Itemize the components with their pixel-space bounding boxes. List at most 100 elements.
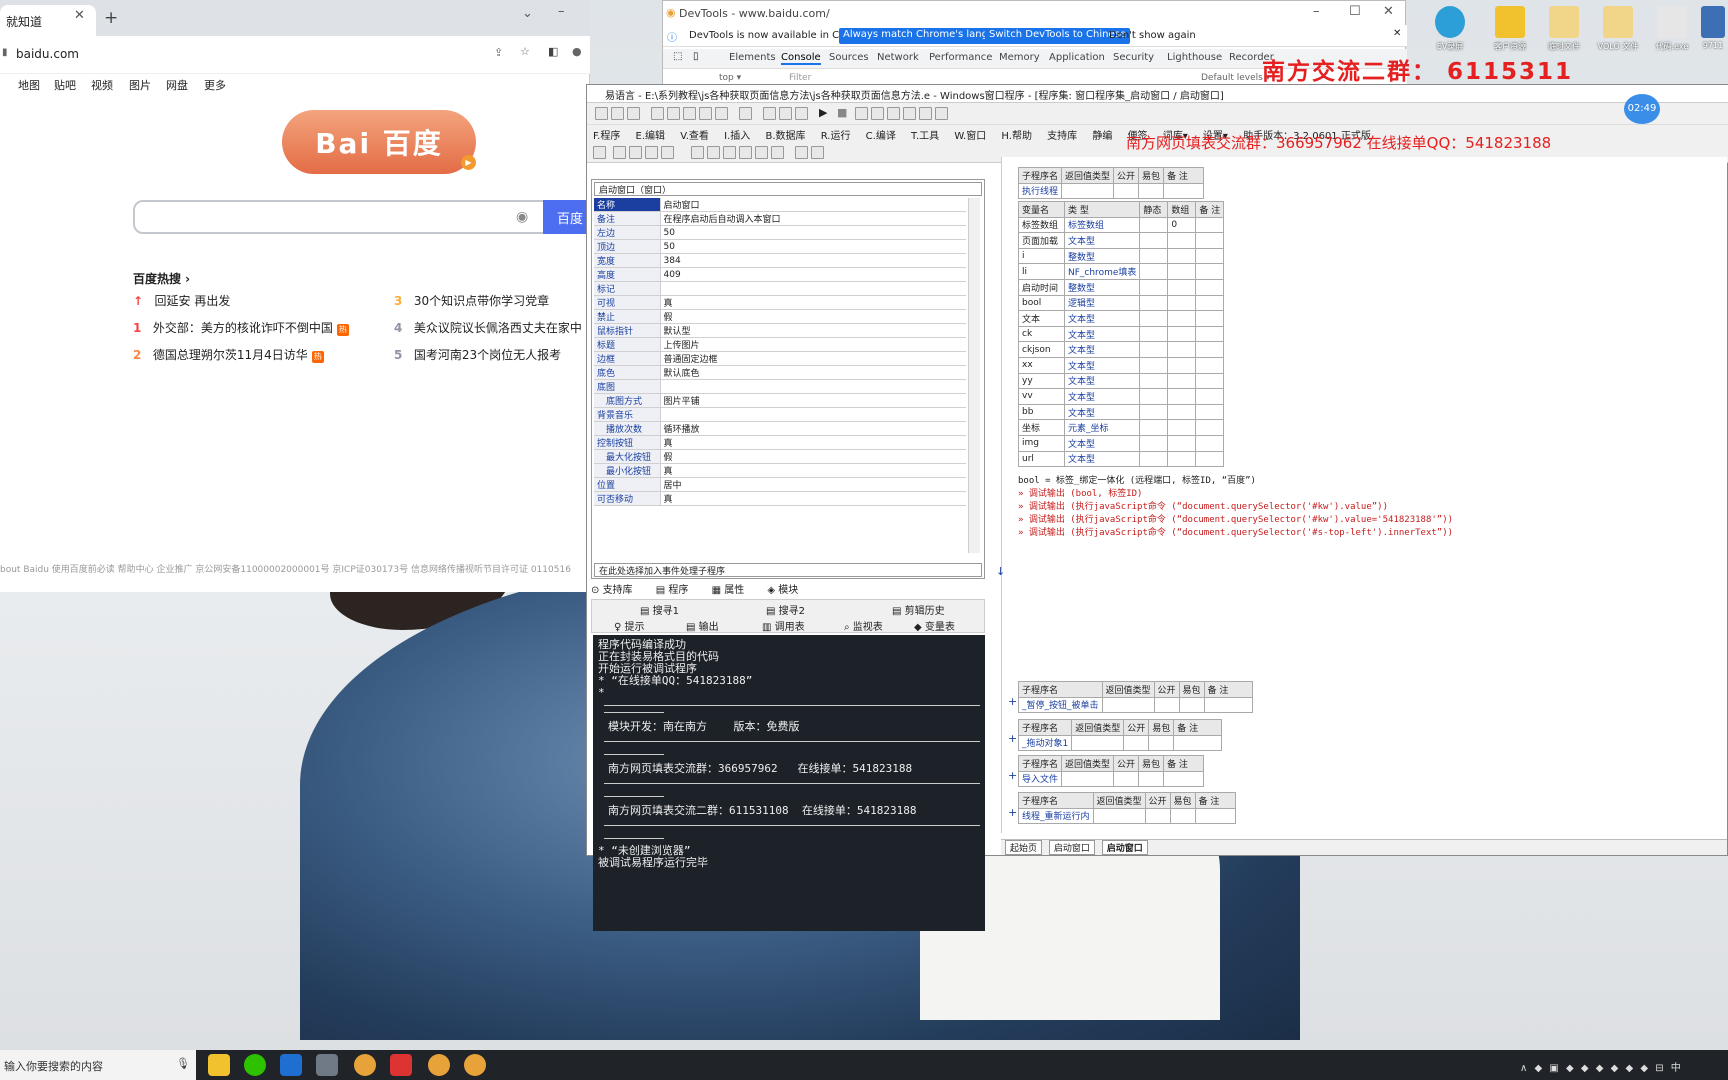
wechat-icon[interactable]	[244, 1054, 266, 1076]
variable-type[interactable]: 文本型	[1063, 372, 1141, 390]
variable-name[interactable]: ck	[1018, 325, 1065, 343]
cell[interactable]	[1101, 696, 1155, 714]
property-row[interactable]: 底图	[594, 379, 966, 394]
variable-name[interactable]: 坐标	[1018, 419, 1065, 436]
layout-icon[interactable]	[795, 107, 808, 120]
cell[interactable]	[1061, 182, 1115, 200]
levels-select[interactable]: Default levels ▾	[1201, 73, 1270, 83]
property-value[interactable]: 真	[660, 295, 966, 310]
sidebar-icon[interactable]: ◧	[548, 45, 558, 58]
cell[interactable]	[1139, 216, 1169, 234]
property-value[interactable]: 50	[660, 225, 966, 240]
align-icon[interactable]	[593, 146, 606, 159]
variable-type[interactable]: 文本型	[1063, 403, 1141, 421]
property-row[interactable]: 顶边 50	[594, 239, 966, 254]
variable-type[interactable]: 整数型	[1063, 247, 1141, 265]
variable-type[interactable]: 文本型	[1063, 310, 1141, 327]
variable-type[interactable]: 文本型	[1063, 388, 1141, 405]
variable-row[interactable]: yy 文本型	[1018, 372, 1225, 390]
ide-taskbar-icon[interactable]	[316, 1054, 338, 1076]
address-bar[interactable]: ▮ baidu.com ⇪ ☆ ◧ ●	[0, 36, 590, 74]
hot-item[interactable]: 4 美众议院议长佩洛西丈夫在家中	[394, 319, 590, 336]
property-value[interactable]: 默认型	[660, 323, 966, 338]
new-tab-icon[interactable]: +	[104, 8, 118, 28]
cell[interactable]	[1139, 372, 1169, 390]
variable-row[interactable]: url 文本型	[1018, 450, 1225, 468]
minimize-icon[interactable]: –	[558, 4, 565, 19]
property-row[interactable]: 边框 普通固定边框	[594, 351, 966, 366]
file-explorer-icon[interactable]	[208, 1054, 230, 1076]
property-value[interactable]: 普通固定边框	[660, 351, 966, 366]
cell[interactable]	[1061, 770, 1115, 788]
cell[interactable]	[1139, 278, 1169, 296]
hot-item[interactable]: ↑ 回延安 再出发	[133, 292, 230, 309]
menu-database[interactable]: B.数据库	[765, 131, 805, 142]
cell[interactable]	[1139, 232, 1169, 249]
menu-tools[interactable]: T.工具	[911, 131, 939, 142]
new-icon[interactable]	[595, 107, 608, 120]
cell[interactable]	[1195, 310, 1225, 327]
cell[interactable]	[1113, 182, 1140, 200]
cell[interactable]	[1195, 372, 1225, 390]
expand-icon[interactable]: +	[1008, 769, 1017, 782]
play-icon[interactable]: ▶	[461, 155, 476, 170]
property-value[interactable]: 上传图片	[660, 337, 966, 352]
cell[interactable]	[1195, 278, 1225, 296]
cell[interactable]	[1167, 356, 1197, 374]
cell[interactable]	[1195, 325, 1225, 343]
variable-name[interactable]: 启动时间	[1018, 278, 1065, 296]
align-icon[interactable]	[613, 146, 626, 159]
tab-startup-window-active[interactable]: 启动窗口	[1101, 840, 1148, 855]
cell[interactable]	[1167, 325, 1197, 343]
event-select[interactable]: 在此处选择加入事件处理子程序	[594, 563, 982, 577]
cell[interactable]	[1195, 450, 1225, 468]
share-icon[interactable]: ⇪	[494, 46, 503, 59]
property-value[interactable]: 384	[660, 253, 966, 268]
properties-scrollbar[interactable]	[968, 198, 980, 553]
expand-icon[interactable]: +	[1008, 806, 1017, 819]
variable-name[interactable]: ckjson	[1018, 341, 1065, 358]
align-icon[interactable]	[707, 146, 720, 159]
desktop-icon-temp[interactable]: 临时文件	[1542, 6, 1586, 52]
property-row[interactable]: 最大化按钮假	[594, 449, 966, 464]
cell[interactable]	[1139, 294, 1169, 312]
variable-type[interactable]: 文本型	[1063, 356, 1141, 374]
align-icon[interactable]	[739, 146, 752, 159]
menu-edit[interactable]: E.编辑	[636, 131, 666, 142]
property-row[interactable]: 底色 默认底色	[594, 365, 966, 380]
tab-performance[interactable]: Performance	[929, 52, 992, 63]
step-icon[interactable]	[855, 107, 868, 120]
property-value[interactable]: 假	[660, 449, 966, 464]
cell[interactable]	[1138, 770, 1165, 788]
tab-application[interactable]: Application	[1049, 52, 1105, 63]
property-row[interactable]: 标题 上传图片	[594, 337, 966, 352]
variable-row[interactable]: bb 文本型	[1018, 403, 1225, 421]
align-icon[interactable]	[755, 146, 768, 159]
cell[interactable]	[1138, 182, 1165, 200]
close-tab-icon[interactable]: ✕	[74, 8, 85, 23]
menu-support-lib[interactable]: 支持库	[1047, 131, 1077, 142]
variable-row[interactable]: 页面加载 文本型	[1018, 232, 1225, 249]
align-icon[interactable]	[661, 146, 674, 159]
sub-name[interactable]: _暂停_按钮_被单击	[1018, 696, 1103, 714]
stop-icon[interactable]: ■	[837, 106, 847, 119]
tab-call-stack[interactable]: ▥ 调用表	[762, 618, 805, 633]
hot-search-title[interactable]: 百度热搜 ›	[133, 270, 190, 287]
cell[interactable]	[1195, 419, 1225, 436]
property-row[interactable]: 名称 启动窗口	[594, 198, 966, 212]
tab-start-page[interactable]: 起始页	[1005, 840, 1043, 855]
run-icon[interactable]: ▶	[819, 106, 827, 119]
expand-icon[interactable]: +	[1008, 695, 1017, 708]
cell[interactable]	[1139, 310, 1169, 327]
sub-name[interactable]: _拖动对象1	[1017, 734, 1073, 752]
menu-run[interactable]: R.运行	[821, 131, 851, 142]
cell[interactable]	[1167, 372, 1197, 390]
property-row[interactable]: 位置 居中	[594, 477, 966, 492]
variable-row[interactable]: 文本 文本型	[1018, 310, 1225, 327]
system-tray[interactable]: ∧ ◆ ▣ ◆ ◆ ◆ ◆ ◆ ◆ ⊟ 中	[1520, 1059, 1683, 1074]
save-icon[interactable]	[627, 107, 640, 120]
variable-name[interactable]: img	[1018, 434, 1065, 452]
cell[interactable]	[1195, 403, 1225, 421]
property-value[interactable]: 假	[660, 309, 966, 324]
tab-startup-window[interactable]: 启动窗口	[1048, 840, 1095, 855]
